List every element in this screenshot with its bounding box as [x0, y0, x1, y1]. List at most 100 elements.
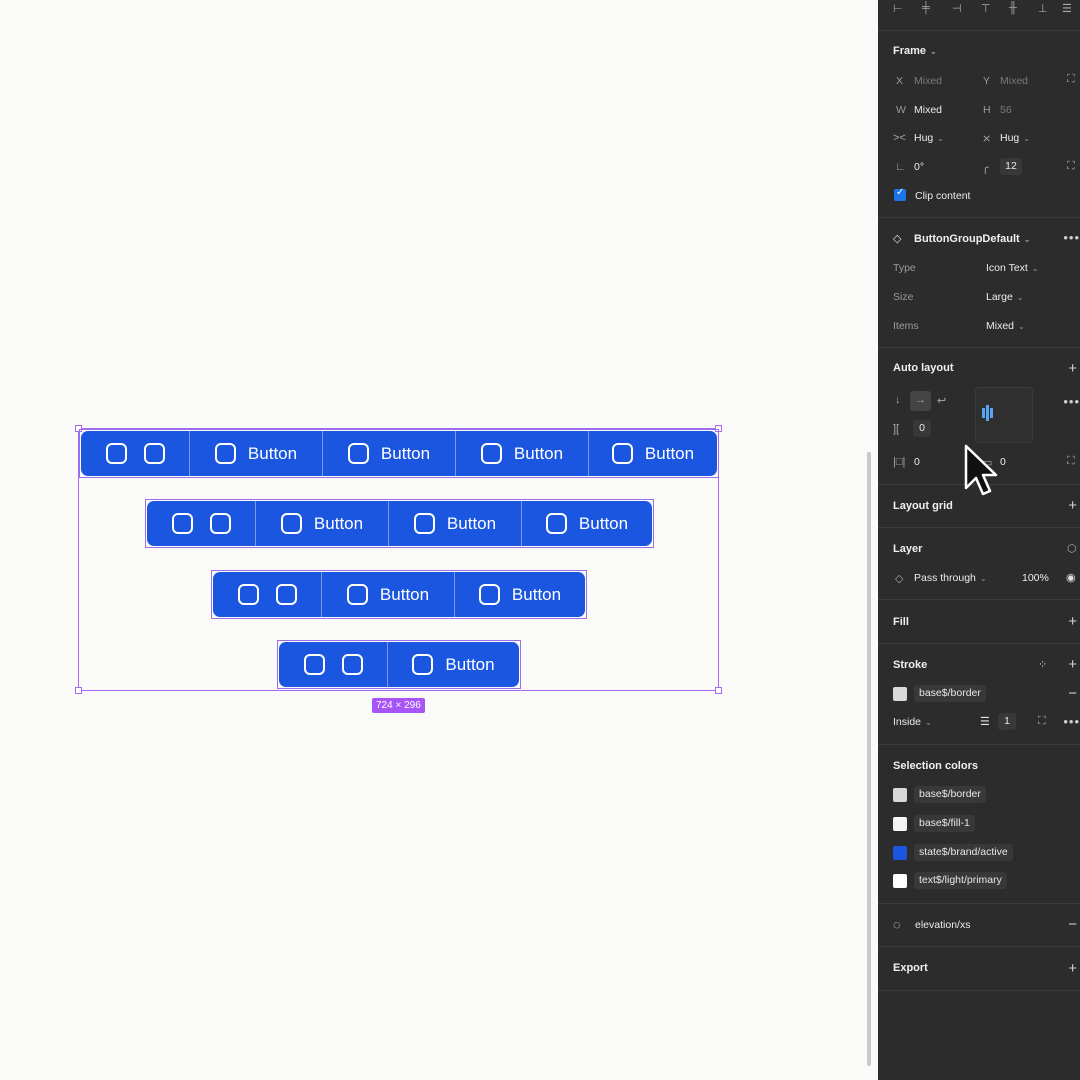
more-options-icon[interactable]: ••• — [1063, 714, 1080, 729]
stroke-position-dropdown[interactable]: Inside ⌄ — [893, 716, 932, 728]
stroke-weight-field[interactable]: 1 — [998, 713, 1016, 730]
remove-icon[interactable]: − — [1068, 686, 1077, 701]
button-group-5[interactable]: Button Button Button Button — [79, 429, 719, 478]
more-options-icon[interactable]: ••• — [1063, 394, 1080, 409]
button-segment[interactable]: Button — [322, 572, 455, 617]
blend-mode-dropdown[interactable]: Pass through ⌄ — [914, 572, 987, 584]
button-segment[interactable]: Button — [456, 431, 589, 476]
selection-colors-title: Selection colors — [893, 760, 978, 772]
padding-h-field[interactable]: 0 — [914, 456, 920, 468]
align-center-v-icon[interactable]: ╫ — [1009, 2, 1017, 14]
button-segment[interactable]: Button — [388, 642, 519, 687]
align-right-icon[interactable]: ⊣ — [952, 2, 962, 15]
h-field[interactable]: 56 — [1000, 104, 1012, 116]
x-field[interactable]: Mixed — [914, 75, 942, 87]
button-segment[interactable]: Button — [389, 501, 522, 546]
align-left-icon[interactable]: ⊢ — [893, 2, 903, 15]
button-group-3[interactable]: Button Button — [211, 570, 587, 619]
align-center-h-icon[interactable]: ╪ — [922, 2, 930, 14]
button-label: Button — [380, 443, 431, 463]
button-segment[interactable]: Button — [589, 431, 717, 476]
alignment-grid[interactable] — [975, 387, 1033, 443]
add-icon[interactable]: + — [1068, 657, 1077, 672]
divider — [878, 599, 1080, 600]
chevron-down-icon: ⌄ — [1023, 134, 1030, 143]
horizontal-resizing-dropdown[interactable]: Hug ⌄ — [914, 132, 944, 144]
individual-padding-icon[interactable]: ⛶ — [1067, 455, 1075, 468]
vertical-direction-icon[interactable]: ↓ — [895, 394, 901, 406]
component-name-dropdown[interactable]: ButtonGroupDefault ⌄ — [914, 233, 1030, 245]
align-top-icon[interactable]: ⊤ — [981, 2, 991, 15]
color-swatch[interactable] — [893, 817, 907, 831]
design-canvas[interactable]: Button Button Button Button Button Butto… — [0, 0, 878, 1080]
corner-radius-field[interactable]: 12 — [1000, 158, 1022, 175]
icon-segment[interactable] — [279, 642, 388, 687]
color-swatch[interactable] — [893, 846, 907, 860]
align-bar — [986, 405, 989, 421]
color-style-chip[interactable]: base$/fill-1 — [914, 815, 975, 832]
button-group-4[interactable]: Button Button Button — [145, 499, 654, 548]
more-options-icon[interactable]: ••• — [1063, 230, 1080, 245]
button-segment[interactable]: Button — [256, 501, 389, 546]
stroke-style-chip[interactable]: base$/border — [914, 685, 986, 702]
resize-handle[interactable] — [75, 687, 82, 694]
gap-field[interactable]: 0 — [913, 420, 931, 437]
frame-section-title[interactable]: Frame ⌄ — [893, 45, 937, 57]
color-style-chip[interactable]: base$/border — [914, 786, 986, 803]
divider — [878, 527, 1080, 528]
button-label: Button — [513, 443, 564, 463]
hug-v-label: Hug — [1000, 132, 1020, 144]
independent-corners-icon[interactable]: ⛶ — [1067, 160, 1075, 173]
icon-segment[interactable] — [147, 501, 256, 546]
color-style-chip[interactable]: state$/brand/active — [914, 844, 1013, 861]
distribute-icon[interactable]: ☰ — [1062, 2, 1072, 15]
icon-segment[interactable] — [81, 431, 190, 476]
constraints-icon[interactable]: ⛶ — [1067, 73, 1075, 86]
add-icon[interactable]: + — [1068, 498, 1077, 513]
hug-h-label: Hug — [914, 132, 934, 144]
prop-size-dropdown[interactable]: Large ⌄ — [986, 291, 1024, 303]
color-swatch[interactable] — [893, 788, 907, 802]
wrap-icon[interactable]: ↩ — [937, 394, 946, 407]
chevron-down-icon: ⌄ — [1031, 264, 1039, 273]
add-icon[interactable]: + — [1068, 961, 1077, 976]
button-segment[interactable]: Button — [190, 431, 323, 476]
add-icon[interactable]: + — [1068, 614, 1077, 629]
divider — [878, 643, 1080, 644]
canvas-scrollbar[interactable] — [867, 452, 871, 1066]
prop-type-dropdown[interactable]: Icon Text ⌄ — [986, 262, 1039, 274]
square-icon — [303, 654, 325, 675]
effect-style-name[interactable]: elevation/xs — [915, 919, 970, 931]
stroke-sides-icon[interactable]: ⛶ — [1038, 715, 1046, 728]
button-segment[interactable]: Button — [522, 501, 652, 546]
auto-layout-title: Auto layout — [893, 362, 954, 374]
resize-handle[interactable] — [715, 687, 722, 694]
color-style-chip[interactable]: text$/light/primary — [914, 872, 1007, 889]
stroke-color-swatch[interactable] — [893, 687, 907, 701]
button-label: Button — [445, 654, 495, 674]
eye-icon[interactable]: ◉ — [1066, 571, 1076, 584]
button-segment[interactable]: Button — [323, 431, 456, 476]
opacity-field[interactable]: 100% — [1022, 572, 1049, 584]
padding-v-field[interactable]: 0 — [1000, 456, 1006, 468]
icon-segment[interactable] — [213, 572, 322, 617]
remove-icon[interactable]: − — [1068, 917, 1077, 932]
component-set-icon[interactable]: ⬡ — [1067, 542, 1077, 555]
y-field[interactable]: Mixed — [1000, 75, 1028, 87]
button-group-body: Button Button Button — [147, 501, 652, 546]
align-bottom-icon[interactable]: ⊥ — [1038, 2, 1048, 15]
prop-label: Items — [893, 320, 919, 332]
prop-items-dropdown[interactable]: Mixed ⌄ — [986, 320, 1025, 332]
style-grid-icon[interactable]: ⁘ — [1038, 658, 1047, 671]
effect-drop-shadow-icon[interactable]: ◌ — [893, 917, 901, 932]
rotation-field[interactable]: 0° — [914, 161, 924, 173]
color-swatch[interactable] — [893, 874, 907, 888]
add-icon[interactable]: + — [1068, 361, 1077, 376]
button-group-2[interactable]: Button — [277, 640, 521, 689]
button-segment[interactable]: Button — [455, 572, 585, 617]
vertical-resizing-dropdown[interactable]: Hug ⌄ — [1000, 132, 1030, 144]
horizontal-padding-icon: |□| — [893, 456, 906, 468]
w-label: W — [896, 104, 906, 116]
w-field[interactable]: Mixed — [914, 104, 942, 116]
button-group-body: Button Button — [213, 572, 585, 617]
